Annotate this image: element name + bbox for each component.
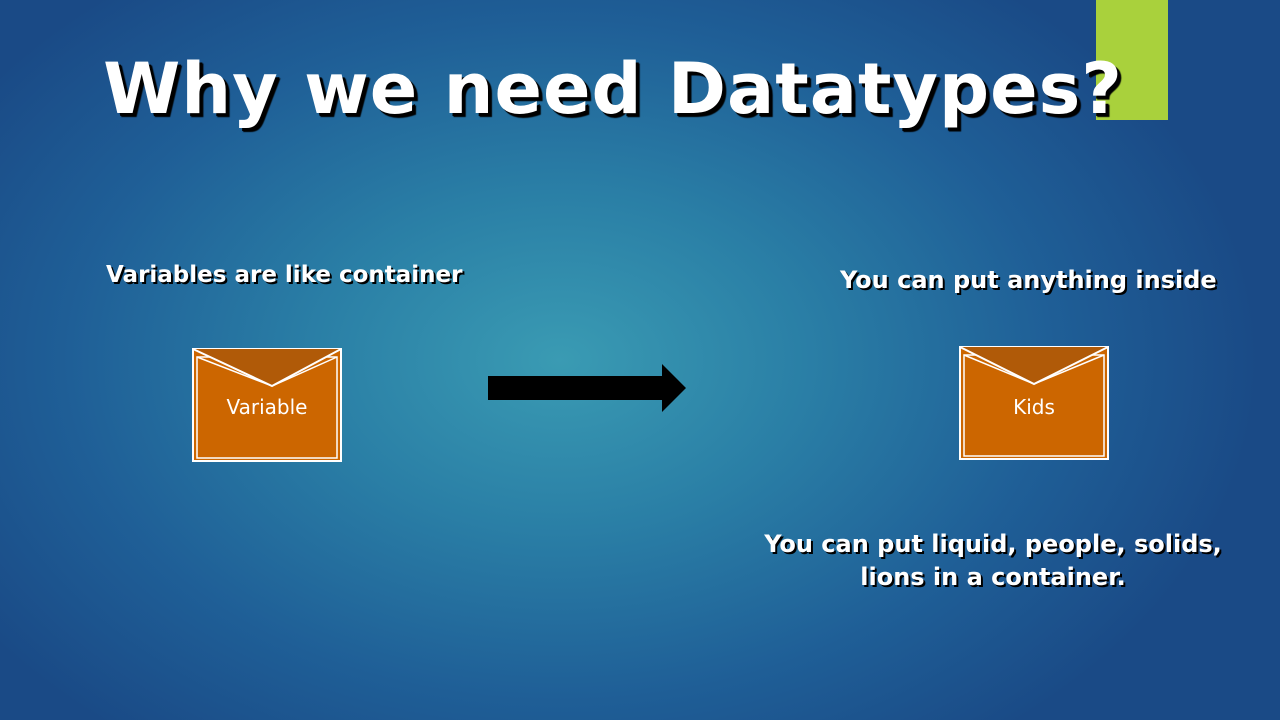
bottom-caption: You can put liquid, people, solids, lion… [764,530,1222,591]
left-caption: Variables are like container [106,262,463,288]
kids-envelope: Kids [959,346,1109,460]
right-caption: You can put anything inside [840,266,1217,294]
slide-title: Why we need Datatypes? [103,48,1123,130]
right-arrow-icon [488,364,686,412]
envelope-label-variable: Variable [226,395,308,419]
variable-envelope: Variable [192,348,342,462]
envelope-label-kids: Kids [1013,395,1055,419]
